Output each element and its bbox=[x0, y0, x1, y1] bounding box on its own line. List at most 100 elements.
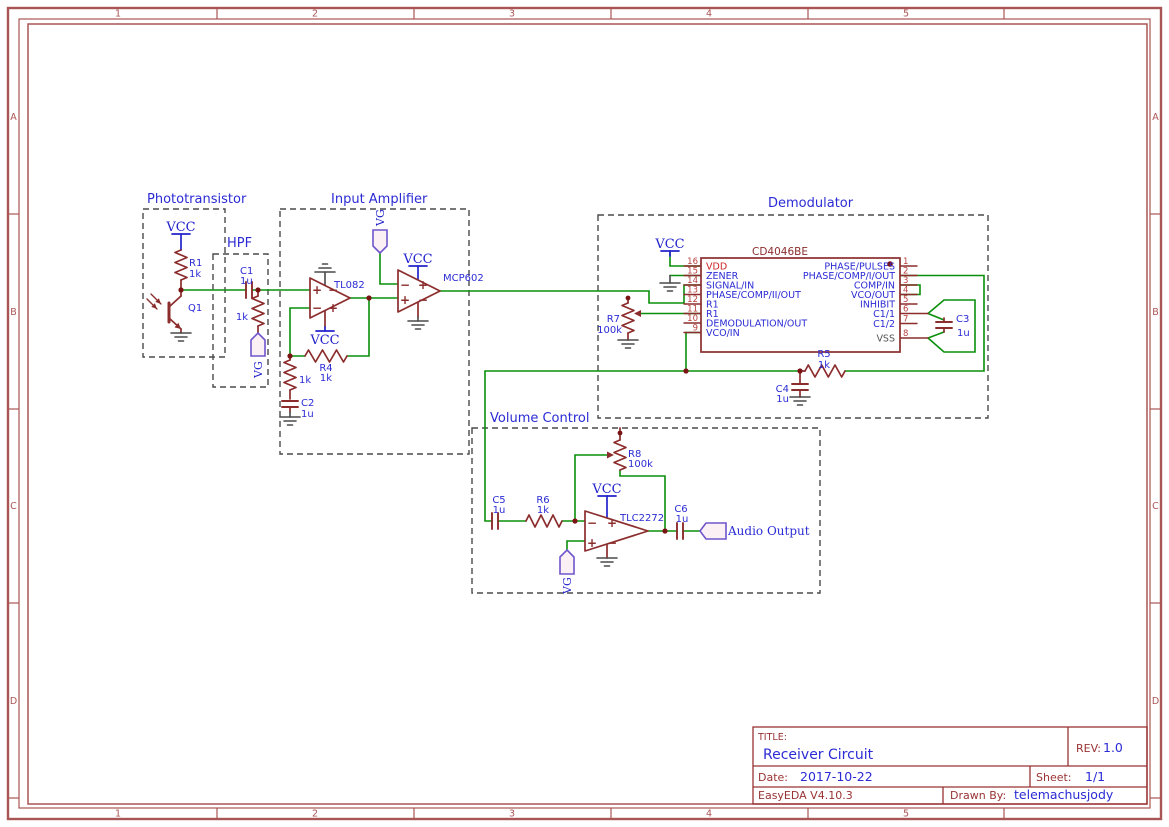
ground-mcp602 bbox=[407, 316, 429, 330]
rev-label: REV: bbox=[1076, 742, 1101, 755]
capacitor-c3[interactable]: C3 1u bbox=[935, 314, 970, 339]
resistor-r1[interactable]: R1 1k bbox=[174, 249, 202, 291]
opamp-mcp602[interactable]: − + + − MCP602 bbox=[397, 269, 484, 318]
frame-row-b-left: B bbox=[10, 307, 17, 318]
svg-text:VSS: VSS bbox=[876, 334, 895, 345]
cd4046be-name: CD4046BE bbox=[752, 246, 808, 258]
r6-value: 1k bbox=[537, 505, 549, 516]
capacitor-c5[interactable]: C5 1u bbox=[491, 495, 506, 530]
capacitor-c6[interactable]: C6 1u bbox=[674, 504, 688, 540]
frame-row-d-right: D bbox=[1152, 696, 1159, 707]
vcc-symbol-tl082[interactable]: VCC bbox=[309, 326, 340, 348]
svg-text:6: 6 bbox=[903, 305, 908, 315]
ground-c2 bbox=[279, 411, 301, 426]
frame-row-c-left: C bbox=[10, 501, 17, 512]
capacitor-c1[interactable]: C1 1u bbox=[240, 266, 253, 299]
ground-q1 bbox=[170, 332, 192, 342]
phototransistor-label: Phototransistor bbox=[147, 192, 247, 207]
r5-ref: R5 bbox=[817, 349, 830, 360]
rev-value[interactable]: 1.0 bbox=[1103, 740, 1123, 755]
vg-port-tlc2272[interactable]: VG bbox=[559, 548, 575, 595]
ground-tl082-top bbox=[314, 263, 336, 273]
frame-row-d-left: D bbox=[10, 696, 17, 707]
cd4046be-right-pin-numbers: 1 2 3 4 5 6 7 8 bbox=[903, 257, 908, 339]
vcc-symbol-demodulator[interactable]: VCC bbox=[654, 237, 685, 257]
frame-col-3-top: 3 bbox=[509, 9, 515, 20]
title-block: TITLE: Receiver Circuit REV: 1.0 Date: 2… bbox=[752, 726, 1148, 805]
hpf-label: HPF bbox=[227, 236, 252, 251]
tl082-vplus-mark: + bbox=[328, 301, 338, 315]
tl082-input-plus-mark: + bbox=[312, 283, 322, 297]
phototransistor-q1[interactable]: Q1 bbox=[146, 289, 202, 334]
title-label: TITLE: bbox=[757, 732, 787, 743]
ground-c4 bbox=[789, 396, 811, 406]
vg-net-label: VG bbox=[561, 577, 574, 595]
schematic-title[interactable]: Receiver Circuit bbox=[763, 747, 874, 763]
capacitor-c4[interactable]: C4 1u bbox=[776, 370, 809, 405]
svg-text:VCO/IN: VCO/IN bbox=[706, 328, 740, 339]
cd4046be-left-pin-numbers: 16 15 14 13 12 11 10 9 bbox=[687, 257, 698, 334]
resistor-feedback-1k[interactable]: 1k bbox=[283, 355, 311, 400]
potentiometer-r8[interactable]: R8 100k bbox=[607, 427, 653, 471]
tlc2272-vplus-mark: + bbox=[607, 516, 617, 530]
vcc-symbol-tlc2272[interactable]: VCC bbox=[591, 482, 622, 519]
opamp-tl082[interactable]: + − − + TL082 bbox=[309, 271, 365, 328]
svg-text:4: 4 bbox=[903, 286, 908, 296]
frame-row-a-left: A bbox=[10, 112, 17, 123]
volume-control-label: Volume Control bbox=[490, 411, 589, 426]
r5-value: 1k bbox=[818, 360, 830, 371]
mcp602-ref: MCP602 bbox=[443, 273, 484, 284]
svg-text:15: 15 bbox=[687, 267, 698, 277]
ic-cd4046be[interactable]: CD4046BE 16 15 14 13 12 11 10 9 VDD ZENE… bbox=[683, 246, 929, 353]
vcc-net-label: VCC bbox=[165, 220, 195, 235]
c4-value: 1u bbox=[776, 394, 789, 405]
svg-text:7: 7 bbox=[903, 315, 908, 325]
frame-col-5-top: 5 bbox=[903, 9, 909, 20]
svg-text:1: 1 bbox=[903, 257, 908, 267]
frame-col-1-top: 1 bbox=[115, 9, 121, 20]
resistor-r5[interactable]: R5 1k bbox=[799, 349, 846, 378]
opamp-tlc2272[interactable]: − + + − TLC2272 bbox=[584, 510, 664, 559]
frame-col-3-bottom: 3 bbox=[509, 809, 515, 820]
tl082-input-minus-mark: − bbox=[312, 301, 322, 315]
drawn-by-value[interactable]: telemachusjody bbox=[1014, 787, 1114, 802]
potentiometer-r7[interactable]: R7 100k bbox=[597, 295, 641, 341]
r1-ref: R1 bbox=[189, 258, 202, 269]
vcc-net-label: VCC bbox=[309, 333, 339, 348]
schematic-canvas: 1 2 3 4 5 1 2 3 4 5 A B C D A B C D Phot… bbox=[0, 0, 1169, 827]
vg-net-label: VG bbox=[374, 209, 387, 227]
resistor-hpf-1k[interactable]: 1k bbox=[236, 289, 265, 334]
vg-port-hpf[interactable]: VG bbox=[250, 331, 266, 379]
svg-text:14: 14 bbox=[687, 276, 698, 286]
audio-output-port[interactable]: Audio Output bbox=[699, 522, 810, 540]
vcc-symbol-phototransistor[interactable]: VCC bbox=[165, 220, 196, 251]
vg-port-mcp602[interactable]: VG bbox=[372, 209, 388, 255]
date-value[interactable]: 2017-10-22 bbox=[800, 769, 873, 784]
svg-text:8: 8 bbox=[903, 329, 908, 339]
svg-text:10: 10 bbox=[687, 314, 698, 324]
svg-text:9: 9 bbox=[693, 324, 698, 334]
mcp602-vplus-mark: + bbox=[418, 278, 428, 292]
q1-ref: Q1 bbox=[188, 303, 202, 314]
feedback-resistor-value: 1k bbox=[299, 375, 311, 386]
svg-text:3: 3 bbox=[903, 276, 908, 286]
resistor-r4[interactable]: R4 1k bbox=[304, 349, 348, 384]
drawn-by-label: Drawn By: bbox=[950, 789, 1006, 802]
vcc-net-label: VCC bbox=[402, 252, 432, 267]
mcp602-input-plus-mark: + bbox=[400, 293, 410, 307]
sheet-value[interactable]: 1/1 bbox=[1085, 769, 1105, 784]
tl082-ref: TL082 bbox=[333, 280, 365, 291]
audio-output-label: Audio Output bbox=[727, 524, 810, 538]
svg-text:C1/2: C1/2 bbox=[873, 319, 895, 330]
ground-r7 bbox=[617, 339, 639, 349]
resistor-r6[interactable]: R6 1k bbox=[525, 495, 563, 528]
vg-net-label: VG bbox=[252, 361, 265, 379]
c2-ref: C2 bbox=[301, 398, 314, 409]
r8-value: 100k bbox=[628, 459, 653, 470]
r4-value: 1k bbox=[320, 373, 332, 384]
c2-value: 1u bbox=[301, 409, 314, 420]
date-label: Date: bbox=[758, 771, 788, 784]
svg-text:PHASE/COMP/II/OUT: PHASE/COMP/II/OUT bbox=[706, 290, 801, 301]
ground-tlc2272 bbox=[596, 557, 618, 567]
hpf-resistor-value: 1k bbox=[236, 312, 248, 323]
